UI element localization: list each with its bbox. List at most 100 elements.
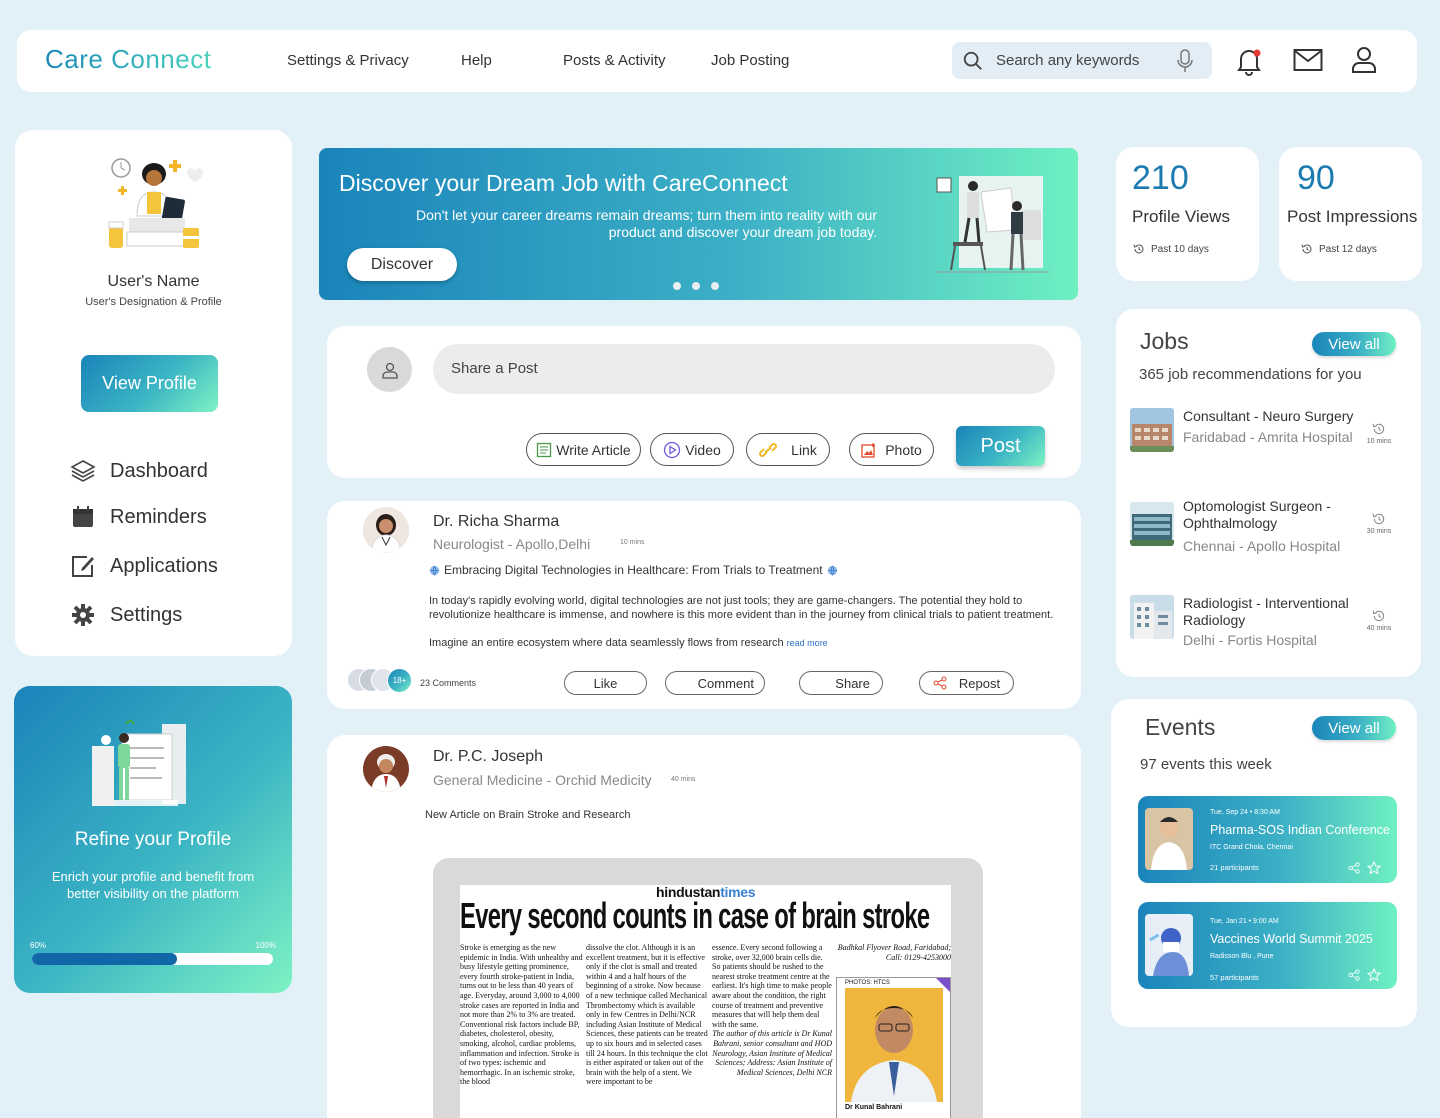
history-icon <box>1372 423 1385 435</box>
video-button[interactable]: Video <box>650 433 734 466</box>
search-icon <box>963 51 982 70</box>
top-navigation-bar: Care Connect Settings & Privacy Help Pos… <box>17 30 1417 92</box>
post-author-role: General Medicine - Orchid Medicity <box>433 772 652 788</box>
job-posted-time: 10 mins <box>1364 422 1394 445</box>
discover-button[interactable]: Discover <box>347 248 457 281</box>
sidebar-item-reminders[interactable]: Reminders <box>70 504 207 530</box>
article-headline: Every second counts in case of brain str… <box>460 895 930 936</box>
feed-post: Dr. P.C. Joseph General Medicine - Orchi… <box>327 735 1081 1118</box>
profile-views-card[interactable]: 210 Profile Views Past 10 days <box>1116 147 1259 281</box>
hospital-thumbnail <box>1130 595 1174 639</box>
job-search-illustration <box>935 176 1049 273</box>
link-button[interactable]: Link <box>746 433 830 466</box>
history-icon <box>1372 610 1385 622</box>
author-avatar[interactable] <box>363 746 409 792</box>
hospital-thumbnail <box>1130 502 1174 546</box>
app-logo[interactable]: Care Connect <box>45 44 211 75</box>
view-profile-button[interactable]: View Profile <box>81 355 218 412</box>
event-card[interactable]: Tue, Jan 21 • 9:00 AM Vaccines World Sum… <box>1138 902 1397 989</box>
post-timestamp: 40 mins <box>671 776 696 783</box>
refine-description: Enrich your profile and benefit from bet… <box>51 869 255 901</box>
like-button[interactable]: Like <box>564 671 647 695</box>
event-card[interactable]: Tue, Sep 24 • 8:30 AM Pharma-SOS Indian … <box>1138 796 1397 883</box>
job-title: Optomologist Surgeon - Ophthalmology <box>1183 498 1331 531</box>
profile-views-count: 210 <box>1132 159 1189 197</box>
nav-help[interactable]: Help <box>461 52 492 69</box>
carousel-dot[interactable] <box>692 282 700 290</box>
liker-avatars[interactable]: 18+ <box>347 668 417 694</box>
star-icon[interactable] <box>1367 861 1381 875</box>
sidebar-item-applications[interactable]: Applications <box>70 553 218 579</box>
sidebar-item-label: Reminders <box>110 505 207 528</box>
search-input[interactable]: Search any keywords <box>996 52 1139 69</box>
repost-button[interactable]: Repost <box>919 671 1014 695</box>
likers-count-badge: 18+ <box>387 668 412 693</box>
post-body: In today's rapidly evolving world, digit… <box>429 595 1054 621</box>
photo-button[interactable]: Photo <box>849 433 934 466</box>
post-author-role: Neurologist - Apollo,Delhi <box>433 536 591 552</box>
profile-progress-fill <box>32 953 177 965</box>
share-icon[interactable] <box>1348 969 1360 981</box>
newspaper-clipping: hindustantimes Every second counts in ca… <box>460 885 951 1118</box>
share-icon[interactable] <box>1348 862 1360 874</box>
article-image-frame[interactable]: hindustantimes Every second counts in ca… <box>433 858 983 1118</box>
events-view-all-button[interactable]: View all <box>1312 716 1396 740</box>
nav-job-posting[interactable]: Job Posting <box>711 52 789 69</box>
post-impressions-period: Past 12 days <box>1301 243 1377 255</box>
photo-credit: PHOTOS: HTCS <box>845 980 890 986</box>
post-author-name[interactable]: Dr. P.C. Joseph <box>433 748 543 766</box>
jobs-view-all-button[interactable]: View all <box>1312 332 1396 356</box>
article-icon <box>537 442 552 457</box>
globe-icon <box>827 565 837 576</box>
user-account-icon[interactable] <box>1351 46 1377 74</box>
share-post-input[interactable]: Share a Post <box>433 344 1055 394</box>
read-more-link[interactable]: read more <box>787 638 828 648</box>
notification-bell-icon[interactable] <box>1235 46 1263 76</box>
profile-views-period-text: Past 10 days <box>1151 243 1209 255</box>
share-button[interactable]: Share <box>799 671 883 695</box>
sidebar-item-dashboard[interactable]: Dashboard <box>70 458 208 484</box>
article-author-note: The author of this article is Dr Kunal B… <box>712 1029 832 1077</box>
carousel-dot[interactable] <box>711 282 719 290</box>
article-column: essence. Every second following a stroke… <box>712 943 832 1077</box>
search-bar[interactable]: Search any keywords <box>952 42 1212 79</box>
jobs-title: Jobs <box>1140 328 1189 354</box>
carousel-dot[interactable] <box>673 282 681 290</box>
author-avatar[interactable] <box>363 507 409 553</box>
microphone-icon[interactable] <box>1177 49 1193 73</box>
post-author-name[interactable]: Dr. Richa Sharma <box>433 513 559 531</box>
job-listing[interactable]: Consultant - Neuro Surgery Faridabad - A… <box>1130 408 1400 478</box>
user-name: User's Name <box>107 273 200 290</box>
repost-share-icon <box>933 676 947 690</box>
profile-progress-bar <box>32 953 273 965</box>
comment-button[interactable]: Comment <box>665 671 765 695</box>
like-label: Like <box>593 675 618 691</box>
post-impressions-card[interactable]: 90 Post Impressions Past 12 days <box>1279 147 1422 281</box>
job-title: Radiologist - Interventional Radiology <box>1183 595 1349 628</box>
event-venue: Radisson Blu , Pune <box>1210 953 1274 960</box>
nav-settings-privacy[interactable]: Settings & Privacy <box>287 52 409 69</box>
carousel-dots[interactable] <box>673 282 719 290</box>
mail-icon[interactable] <box>1293 48 1323 72</box>
progress-max-label: 100% <box>255 941 276 950</box>
post-impressions-count: 90 <box>1297 159 1335 197</box>
star-icon[interactable] <box>1367 968 1381 982</box>
write-article-button[interactable]: Write Article <box>526 433 641 466</box>
gear-icon <box>72 604 94 626</box>
feed-post: Dr. Richa Sharma Neurologist - Apollo,De… <box>327 501 1081 709</box>
post-button[interactable]: Post <box>956 426 1045 466</box>
promo-banner: Discover your Dream Job with CareConnect… <box>319 148 1078 300</box>
job-location: Chennai - Apollo Hospital <box>1183 538 1341 554</box>
job-listing[interactable]: Optomologist Surgeon - Ophthalmology Che… <box>1130 498 1400 568</box>
photo-label: Photo <box>885 441 922 458</box>
sidebar-item-settings[interactable]: Settings <box>70 602 182 628</box>
job-posted-time: 40 mins <box>1364 609 1394 632</box>
refine-profile-card[interactable]: Refine your Profile Enrich your profile … <box>14 686 292 993</box>
jobs-card: Jobs View all 365 job recommendations fo… <box>1116 309 1421 677</box>
job-listing[interactable]: Radiologist - Interventional Radiology D… <box>1130 595 1400 665</box>
nav-posts-activity[interactable]: Posts & Activity <box>563 52 666 69</box>
post-body-continued: Imagine an entire ecosystem where data s… <box>429 637 828 649</box>
comments-count[interactable]: 23 Comments <box>420 678 476 688</box>
video-label: Video <box>685 441 721 458</box>
event-thumbnail <box>1145 808 1193 870</box>
